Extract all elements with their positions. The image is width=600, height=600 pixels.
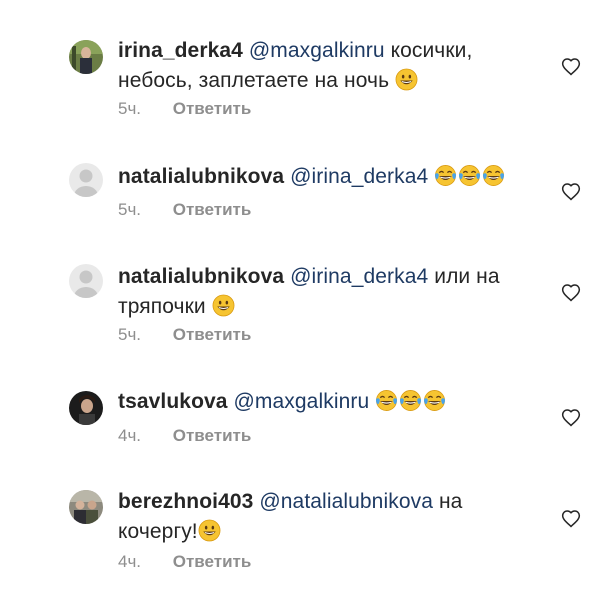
comment-body: тряпочки xyxy=(118,295,206,318)
heart-icon[interactable] xyxy=(561,182,581,201)
comment-body: небось, заплетаете на ночь xyxy=(118,69,390,92)
heart-icon[interactable] xyxy=(561,408,581,427)
user-avatar[interactable] xyxy=(69,490,103,524)
reply-button[interactable]: Ответить xyxy=(173,426,252,445)
comment-body: косички, xyxy=(390,39,473,62)
grinning-face-emoji xyxy=(198,519,221,542)
user-avatar[interactable] xyxy=(69,264,103,298)
comment-meta: 5ч. Ответить xyxy=(118,98,251,120)
comment-username[interactable]: tsavlukova xyxy=(118,390,228,413)
comment-meta: 4ч. Ответить xyxy=(118,425,251,447)
tears-of-joy-emoji xyxy=(458,164,481,187)
comment-text: berezhnoi403 @natalialubnikova на кочерг… xyxy=(118,487,528,547)
grinning-face-emoji xyxy=(395,68,418,91)
tears-of-joy-emoji xyxy=(482,164,505,187)
heart-icon[interactable] xyxy=(561,283,581,302)
comment-text: natalialubnikova @irina_derka4 или на тр… xyxy=(118,262,528,322)
comment-username[interactable]: natalialubnikova xyxy=(118,165,284,188)
reply-button[interactable]: Ответить xyxy=(173,552,252,571)
reply-button[interactable]: Ответить xyxy=(173,99,252,118)
comment-time: 5ч. xyxy=(118,325,142,344)
comment-body: кочергу! xyxy=(118,520,198,543)
comment-time: 4ч. xyxy=(118,552,142,571)
comment-text: tsavlukova @maxgalkinru xyxy=(118,387,528,417)
comment-meta: 5ч. Ответить xyxy=(118,199,251,221)
tears-of-joy-emoji xyxy=(434,164,457,187)
comment-time: 5ч. xyxy=(118,99,142,118)
comment-time: 5ч. xyxy=(118,200,142,219)
comment-mention[interactable]: @maxgalkinru xyxy=(249,39,385,62)
heart-icon[interactable] xyxy=(561,509,581,528)
comment-time: 4ч. xyxy=(118,426,142,445)
comment-mention[interactable]: @maxgalkinru xyxy=(234,390,370,413)
comment-mention[interactable]: @irina_derka4 xyxy=(290,265,428,288)
heart-icon[interactable] xyxy=(561,57,581,76)
user-avatar[interactable] xyxy=(69,163,103,197)
tears-of-joy-emoji xyxy=(423,389,446,412)
user-avatar[interactable] xyxy=(69,40,103,74)
comment-meta: 5ч. Ответить xyxy=(118,324,251,346)
comment-username[interactable]: irina_derka4 xyxy=(118,39,243,62)
user-avatar[interactable] xyxy=(69,391,103,425)
reply-button[interactable]: Ответить xyxy=(173,325,252,344)
reply-button[interactable]: Ответить xyxy=(173,200,252,219)
comment-text: irina_derka4 @maxgalkinru косички, небос… xyxy=(118,36,528,96)
tears-of-joy-emoji xyxy=(375,389,398,412)
comment-text: natalialubnikova @irina_derka4 xyxy=(118,162,528,192)
comment-mention[interactable]: @irina_derka4 xyxy=(290,165,428,188)
comment-body: или на xyxy=(434,265,500,288)
comment-meta: 4ч. Ответить xyxy=(118,551,251,573)
comment-mention[interactable]: @natalialubnikova xyxy=(259,490,433,513)
comment-body: на xyxy=(438,490,463,513)
tears-of-joy-emoji xyxy=(399,389,422,412)
grinning-face-emoji xyxy=(212,294,235,317)
comment-username[interactable]: berezhnoi403 xyxy=(118,490,253,513)
comment-username[interactable]: natalialubnikova xyxy=(118,265,284,288)
